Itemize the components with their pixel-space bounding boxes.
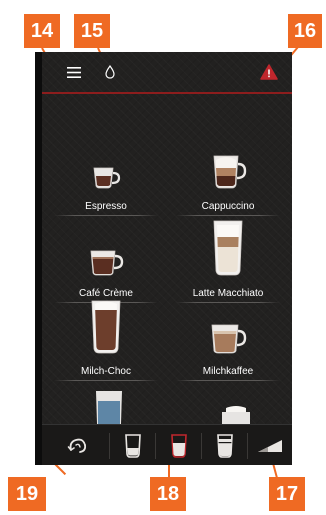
drink-label: Milchkaffee: [202, 366, 254, 377]
drink-underline: [176, 215, 280, 216]
drink-milchkaffee-button[interactable]: Milchkaffee: [168, 307, 288, 387]
drink-latte-macchiato-button[interactable]: Latte Macchiato: [168, 220, 288, 309]
drink-label: Café Crème: [79, 288, 133, 299]
strength-wedge-icon[interactable]: [248, 425, 292, 465]
callout-18: 18: [150, 477, 186, 511]
callout-17: 17: [269, 477, 305, 511]
milch-choc-glass-icon: [46, 299, 166, 355]
drink-cafe-creme-button[interactable]: Café Crème: [46, 229, 166, 309]
bottom-bar: [42, 424, 292, 465]
drink-partial-glass-icon[interactable]: [94, 389, 124, 424]
latte-macchiato-glass-icon: [168, 219, 288, 277]
drink-label: Latte Macchiato: [192, 288, 264, 299]
rinse-cycle-icon[interactable]: [54, 425, 102, 465]
top-bar: [42, 52, 292, 92]
medium-cup-size-icon[interactable]: [156, 425, 201, 465]
cafe-creme-cup-icon: [46, 247, 166, 277]
screen-bezel: [35, 52, 42, 465]
hamburger-menu-icon[interactable]: [64, 62, 84, 82]
drink-underline: [176, 302, 280, 303]
drink-label: Espresso: [85, 201, 127, 212]
drink-partial-cup-icon[interactable]: [218, 404, 254, 424]
milchkaffee-cup-icon: [168, 321, 288, 355]
drink-label: Milch-Choc: [80, 366, 131, 377]
large-cup-size-icon[interactable]: [202, 425, 247, 465]
callout-14: 14: [24, 14, 60, 48]
touch-screen: Espresso Cappuccino Café Crème Latte Mac…: [42, 52, 292, 465]
drink-milch-choc-button[interactable]: Milch-Choc: [46, 300, 166, 387]
small-cup-size-icon[interactable]: [110, 425, 155, 465]
callout-19: 19: [8, 477, 46, 511]
water-drop-icon[interactable]: [100, 61, 120, 83]
callout-16: 16: [288, 14, 322, 48]
drink-underline: [54, 215, 158, 216]
drink-label: Cappuccino: [201, 201, 255, 212]
top-bar-divider: [42, 92, 292, 94]
drink-cappuccino-button[interactable]: Cappuccino: [168, 142, 288, 222]
drink-espresso-button[interactable]: Espresso: [46, 142, 166, 222]
drink-underline: [54, 380, 158, 381]
cappuccino-cup-icon: [168, 150, 288, 190]
callout-15: 15: [74, 14, 110, 48]
warning-triangle-icon[interactable]: [256, 60, 282, 84]
espresso-cup-icon: [46, 164, 166, 190]
drink-underline: [176, 380, 280, 381]
